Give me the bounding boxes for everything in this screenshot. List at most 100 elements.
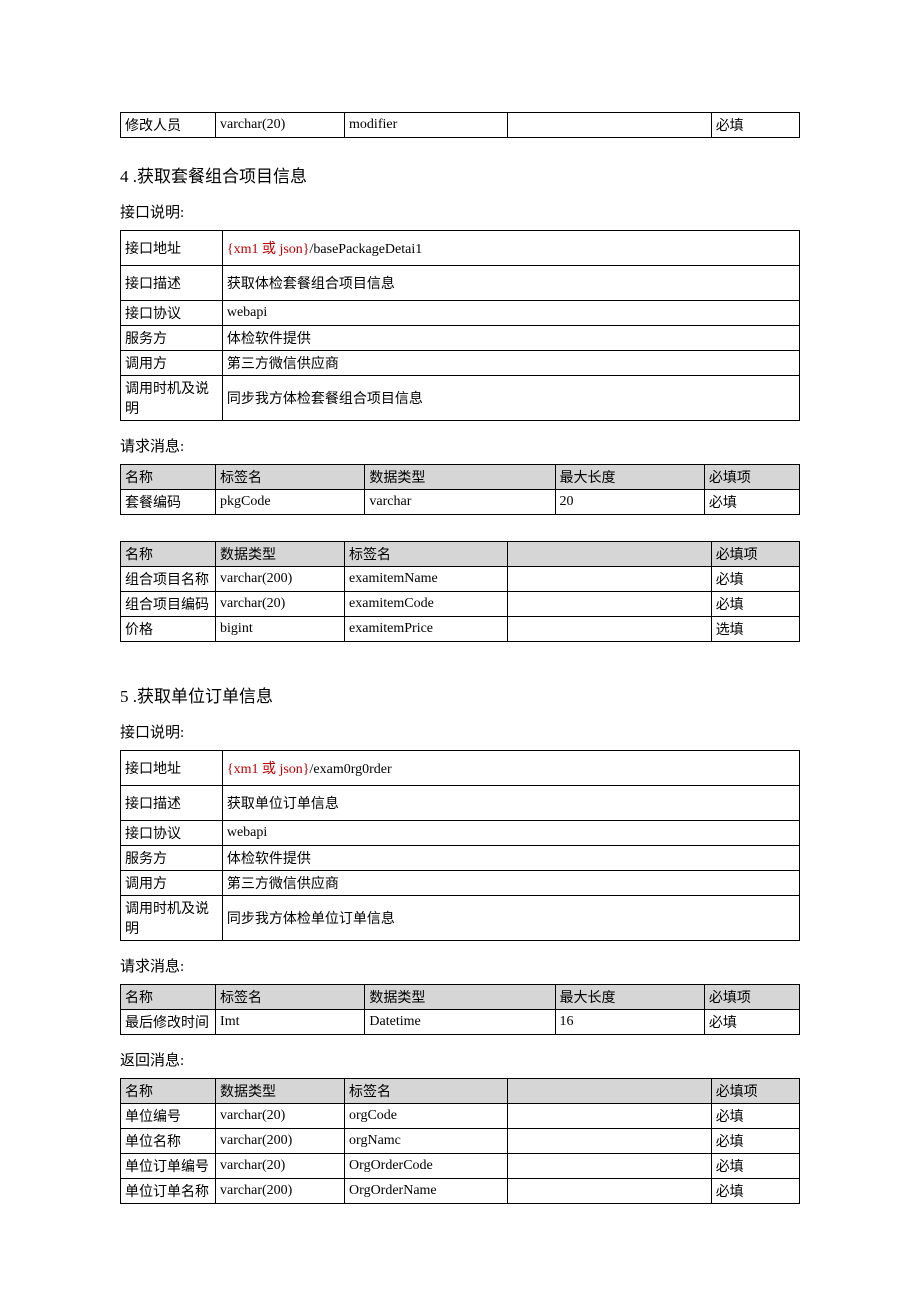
- cell: [508, 113, 712, 138]
- cell: varchar(20): [216, 1154, 345, 1179]
- table-row: 调用方第三方微信供应商: [121, 871, 800, 896]
- cell: 选填: [711, 617, 799, 642]
- cell-value: {xm1 或 json}/basePackageDetai1: [222, 231, 799, 266]
- cell: [508, 1179, 712, 1204]
- cell: 必填: [711, 1179, 799, 1204]
- section-5-req-label: 请求消息:: [120, 955, 800, 976]
- cell-key: 调用方: [121, 351, 223, 376]
- th: 数据类型: [216, 1079, 345, 1104]
- cell: examitemName: [345, 567, 508, 592]
- cell: 单位订单名称: [121, 1179, 216, 1204]
- th: 最大长度: [555, 985, 704, 1010]
- cell: 必填: [711, 567, 799, 592]
- cell-key: 调用时机及说明: [121, 896, 223, 941]
- cell: 必填: [704, 1010, 799, 1035]
- cell: 必填: [711, 1129, 799, 1154]
- cell-value: webapi: [222, 301, 799, 326]
- table-row: 单位订单编号varchar(20)OrgOrderCode必填: [121, 1154, 800, 1179]
- th: 名称: [121, 542, 216, 567]
- cell: [508, 1104, 712, 1129]
- cell: 必填: [711, 592, 799, 617]
- table-row: 接口地址{xm1 或 json}/exam0rg0rder: [121, 751, 800, 786]
- cell: bigint: [216, 617, 345, 642]
- table-row: 套餐编码pkgCodevarchar20必填: [121, 490, 800, 515]
- th: 标签名: [345, 1079, 508, 1104]
- cell: Imt: [216, 1010, 365, 1035]
- table-row: 组合项目名称varchar(200)examitemName必填: [121, 567, 800, 592]
- cell: [508, 1154, 712, 1179]
- section-5-resp-label: 返回消息:: [120, 1049, 800, 1070]
- cell: 必填: [711, 1154, 799, 1179]
- cell-key: 接口地址: [121, 751, 223, 786]
- cell: 最后修改时间: [121, 1010, 216, 1035]
- section-4-req-table: 名称 标签名 数据类型 最大长度 必填项 套餐编码pkgCodevarchar2…: [120, 464, 800, 515]
- cell-key: 接口地址: [121, 231, 223, 266]
- cell: varchar(20): [216, 113, 345, 138]
- th: 标签名: [216, 985, 365, 1010]
- table-row: 价格bigintexamitemPrice选填: [121, 617, 800, 642]
- section-5-api-label: 接口说明:: [120, 721, 800, 742]
- table-row: 接口描述获取单位订单信息: [121, 786, 800, 821]
- table-row: 服务方体检软件提供: [121, 326, 800, 351]
- cell: varchar(200): [216, 1129, 345, 1154]
- cell: 套餐编码: [121, 490, 216, 515]
- section-5-title: 5 .获取单位订单信息: [120, 682, 800, 707]
- cell: [508, 592, 712, 617]
- cell: OrgOrderName: [345, 1179, 508, 1204]
- cell: orgNamc: [345, 1129, 508, 1154]
- section-4-title: 4 .获取套餐组合项目信息: [120, 162, 800, 187]
- cell-value: 获取体检套餐组合项目信息: [222, 266, 799, 301]
- cell: 必填: [711, 113, 799, 138]
- cell: examitemCode: [345, 592, 508, 617]
- cell: [508, 617, 712, 642]
- table-row: 单位名称varchar(200)orgNamc必填: [121, 1129, 800, 1154]
- table-header-row: 名称 数据类型 标签名 必填项: [121, 542, 800, 567]
- section-5-resp-table: 名称 数据类型 标签名 必填项 单位编号varchar(20)orgCode必填…: [120, 1078, 800, 1204]
- th: 数据类型: [216, 542, 345, 567]
- table-header-row: 名称 标签名 数据类型 最大长度 必填项: [121, 465, 800, 490]
- cell: orgCode: [345, 1104, 508, 1129]
- cell: 修改人员: [121, 113, 216, 138]
- table-row: 单位编号varchar(20)orgCode必填: [121, 1104, 800, 1129]
- th: 标签名: [345, 542, 508, 567]
- cell: [508, 567, 712, 592]
- section-4-req-label: 请求消息:: [120, 435, 800, 456]
- cell-value: 第三方微信供应商: [222, 871, 799, 896]
- table-row: 组合项目编码varchar(20)examitemCode必填: [121, 592, 800, 617]
- cell-key: 接口协议: [121, 301, 223, 326]
- table-row: 服务方体检软件提供: [121, 846, 800, 871]
- cell-key: 调用时机及说明: [121, 376, 223, 421]
- cell: 组合项目编码: [121, 592, 216, 617]
- th: 必填项: [711, 542, 799, 567]
- table-row: 调用方第三方微信供应商: [121, 351, 800, 376]
- cell: varchar(200): [216, 567, 345, 592]
- th: 必填项: [704, 985, 799, 1010]
- cell: 必填: [704, 490, 799, 515]
- cell: 20: [555, 490, 704, 515]
- cell-value: 同步我方体检套餐组合项目信息: [222, 376, 799, 421]
- cell: OrgOrderCode: [345, 1154, 508, 1179]
- table-row: 接口协议webapi: [121, 821, 800, 846]
- table-row: 接口协议webapi: [121, 301, 800, 326]
- top-fragment-table: 修改人员 varchar(20) modifier 必填: [120, 112, 800, 138]
- cell: modifier: [345, 113, 508, 138]
- cell-value: 获取单位订单信息: [222, 786, 799, 821]
- cell-key: 服务方: [121, 326, 223, 351]
- th: 名称: [121, 465, 216, 490]
- section-5-req-table: 名称 标签名 数据类型 最大长度 必填项 最后修改时间ImtDatetime16…: [120, 984, 800, 1035]
- cell-value: 第三方微信供应商: [222, 351, 799, 376]
- section-4-api-table: 接口地址{xm1 或 json}/basePackageDetai1接口描述获取…: [120, 230, 800, 421]
- table-row: 调用时机及说明同步我方体检单位订单信息: [121, 896, 800, 941]
- th: 数据类型: [365, 985, 555, 1010]
- cell: 单位编号: [121, 1104, 216, 1129]
- cell: 价格: [121, 617, 216, 642]
- cell: varchar: [365, 490, 555, 515]
- cell-value: 体检软件提供: [222, 326, 799, 351]
- table-row: 接口地址{xm1 或 json}/basePackageDetai1: [121, 231, 800, 266]
- cell-value: 同步我方体检单位订单信息: [222, 896, 799, 941]
- th: 标签名: [216, 465, 365, 490]
- section-4-resp-table: 名称 数据类型 标签名 必填项 组合项目名称varchar(200)examit…: [120, 541, 800, 642]
- cell: 16: [555, 1010, 704, 1035]
- th: 最大长度: [555, 465, 704, 490]
- cell-key: 接口描述: [121, 786, 223, 821]
